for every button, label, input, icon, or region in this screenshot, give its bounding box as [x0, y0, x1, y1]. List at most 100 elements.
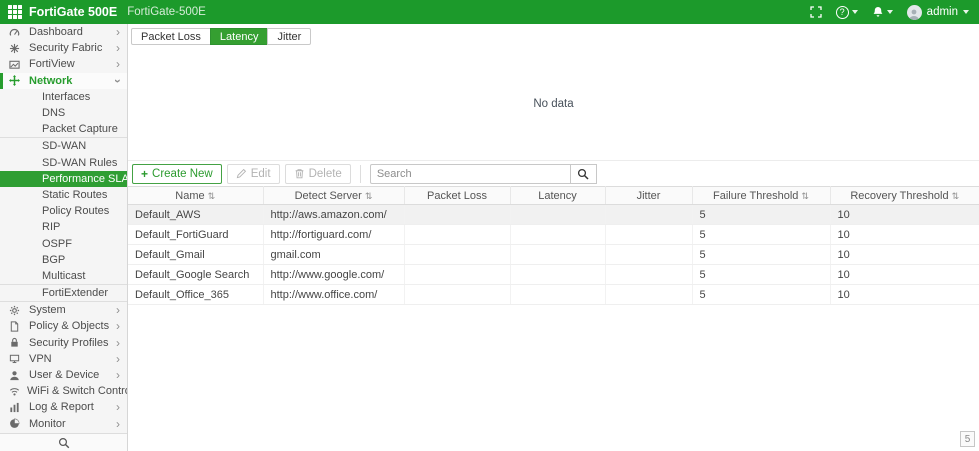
metric-tabs: Packet Loss Latency Jitter [128, 24, 979, 46]
chevron-right-icon: › [116, 42, 120, 54]
record-count-badge: 5 [960, 431, 975, 447]
sort-icon: ⇅ [801, 191, 809, 201]
sort-icon: ⇅ [952, 191, 960, 201]
chevron-right-icon: › [116, 369, 120, 381]
user-menu-button[interactable]: admin [907, 5, 969, 20]
sidebar-item-interfaces[interactable]: Interfaces [0, 89, 127, 105]
column-header-packet-loss: Packet Loss [404, 187, 510, 205]
help-menu-button[interactable]: ? [836, 6, 858, 19]
sidebar-item-rip[interactable]: RIP [0, 219, 127, 235]
fortinet-logo-icon [8, 5, 22, 19]
sidebar-item-bgp[interactable]: BGP [0, 252, 127, 268]
chevron-right-icon: › [116, 26, 120, 38]
fullscreen-button[interactable] [810, 6, 822, 18]
column-header-jitter: Jitter [605, 187, 692, 205]
notifications-button[interactable] [872, 6, 893, 18]
lock-icon [9, 337, 22, 348]
search-icon [577, 168, 589, 180]
table-row[interactable]: Default_Gmail gmail.com 5 10 [128, 245, 979, 265]
sidebar-item-policy-routes[interactable]: Policy Routes [0, 203, 127, 219]
caret-down-icon [852, 10, 858, 14]
sidebar-item-system[interactable]: System › [0, 302, 127, 318]
help-icon: ? [836, 6, 849, 19]
sidebar-search-button[interactable] [0, 433, 127, 451]
bell-icon [872, 6, 884, 18]
chevron-right-icon: › [116, 401, 120, 413]
table-row[interactable]: Default_FortiGuard http://fortiguard.com… [128, 225, 979, 245]
sidebar-item-fortiview[interactable]: FortiView › [0, 56, 127, 72]
sort-icon: ⇅ [208, 191, 216, 201]
main-content: Packet Loss Latency Jitter No data + Cre… [128, 24, 979, 451]
network-icon [9, 75, 22, 86]
edit-button[interactable]: Edit [227, 164, 280, 184]
sidebar-item-dashboard[interactable]: Dashboard › [0, 24, 127, 40]
sidebar-item-policy-objects[interactable]: Policy & Objects › [0, 318, 127, 334]
sort-icon: ⇅ [365, 191, 373, 201]
create-new-button[interactable]: + Create New [132, 164, 222, 184]
table-toolbar: + Create New Edit Delete [128, 161, 979, 186]
sidebar-item-sd-wan[interactable]: SD-WAN [0, 138, 127, 154]
column-header-name[interactable]: Name⇅ [128, 187, 263, 205]
table-row[interactable]: Default_AWS http://aws.amazon.com/ 5 10 [128, 205, 979, 225]
sidebar-item-monitor[interactable]: Monitor › [0, 416, 127, 432]
product-name: FortiGate 500E [29, 5, 117, 19]
sidebar-item-fortiextender[interactable]: FortiExtender [0, 285, 127, 301]
sidebar-item-security-fabric[interactable]: Security Fabric › [0, 40, 127, 56]
sidebar-item-wifi-switch-controller[interactable]: WiFi & Switch Controller › [0, 383, 127, 399]
chevron-right-icon: › [116, 58, 120, 70]
sidebar-item-security-profiles[interactable]: Security Profiles › [0, 335, 127, 351]
performance-sla-table: Name⇅ Detect Server⇅ Packet Loss Latency… [128, 186, 979, 305]
topbar: FortiGate 500E FortiGate-500E ? admin [0, 0, 979, 24]
bar-chart-icon [9, 402, 22, 413]
sidebar-item-multicast[interactable]: Multicast [0, 268, 127, 284]
sidebar-item-user-device[interactable]: User & Device › [0, 367, 127, 383]
chevron-down-icon: › [112, 79, 124, 83]
table-search [370, 164, 597, 184]
latency-chart-area: No data [128, 46, 979, 161]
gear-icon [9, 305, 22, 316]
sidebar-item-static-routes[interactable]: Static Routes [0, 187, 127, 203]
plus-icon: + [141, 167, 148, 181]
toolbar-divider [360, 165, 361, 183]
monitor-icon [9, 353, 22, 364]
caret-down-icon [963, 10, 969, 14]
trash-icon [294, 168, 305, 179]
sidebar: Dashboard › Security Fabric › FortiView … [0, 24, 128, 451]
search-submit-button[interactable] [571, 164, 597, 184]
brand: FortiGate 500E FortiGate-500E [8, 5, 206, 19]
sidebar-item-ospf[interactable]: OSPF [0, 235, 127, 251]
table-row[interactable]: Default_Google Search http://www.google.… [128, 265, 979, 285]
chevron-right-icon: › [116, 337, 120, 349]
search-input[interactable] [370, 164, 571, 184]
table-header-row: Name⇅ Detect Server⇅ Packet Loss Latency… [128, 187, 979, 205]
column-header-recovery-threshold[interactable]: Recovery Threshold⇅ [830, 187, 979, 205]
tab-jitter[interactable]: Jitter [267, 28, 311, 45]
caret-down-icon [887, 10, 893, 14]
column-header-failure-threshold[interactable]: Failure Threshold⇅ [692, 187, 830, 205]
pencil-icon [236, 168, 247, 179]
sidebar-item-vpn[interactable]: VPN › [0, 351, 127, 367]
sidebar-item-packet-capture[interactable]: Packet Capture [0, 121, 127, 137]
search-icon [58, 437, 70, 449]
delete-button[interactable]: Delete [285, 164, 351, 184]
sidebar-item-performance-sla[interactable]: Performance SLA ☆ [0, 171, 127, 187]
sidebar-item-log-report[interactable]: Log & Report › [0, 399, 127, 415]
sidebar-item-network[interactable]: Network › [0, 73, 127, 89]
chevron-right-icon: › [116, 304, 120, 316]
pie-chart-icon [9, 418, 22, 429]
column-header-detect-server[interactable]: Detect Server⇅ [263, 187, 404, 205]
column-header-latency: Latency [510, 187, 605, 205]
sidebar-item-sd-wan-rules[interactable]: SD-WAN Rules [0, 155, 127, 171]
chevron-right-icon: › [116, 353, 120, 365]
device-hostname: FortiGate-500E [127, 6, 206, 18]
fortiview-icon [9, 59, 22, 70]
tab-packet-loss[interactable]: Packet Loss [131, 28, 211, 45]
dashboard-icon [9, 27, 22, 38]
document-icon [9, 321, 22, 332]
sidebar-item-dns[interactable]: DNS [0, 105, 127, 121]
avatar [907, 5, 922, 20]
table-row[interactable]: Default_Office_365 http://www.office.com… [128, 285, 979, 305]
security-fabric-icon [9, 43, 22, 54]
tab-latency[interactable]: Latency [210, 28, 269, 45]
chevron-right-icon: › [116, 418, 120, 430]
